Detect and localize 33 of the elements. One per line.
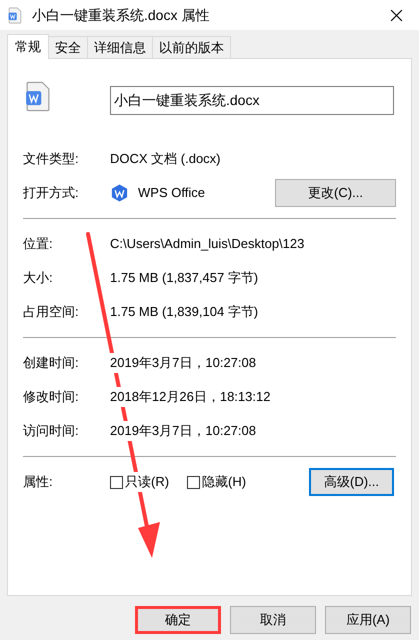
field-value: 1.75 MB (1,839,104 字节) — [110, 302, 258, 322]
tab[interactable]: 以前的版本 — [152, 36, 231, 58]
checkbox[interactable] — [187, 476, 200, 488]
field-value: 2019年3月7日，10:27:08 — [110, 353, 256, 373]
field-value: 1.75 MB (1,837,457 字节) — [110, 268, 258, 288]
field-label: 访问时间: — [23, 422, 80, 440]
field-label: 修改时间: — [23, 388, 80, 406]
field-label: 属性: — [23, 473, 54, 492]
field-label: 占用空间: — [23, 303, 80, 322]
close-icon[interactable] — [390, 8, 403, 22]
file-name-field[interactable]: 小白一键重装系统.docx — [110, 86, 394, 114]
field-label: 文件类型: — [23, 150, 80, 168]
field-label: 位置: — [23, 235, 54, 254]
checkbox[interactable] — [110, 476, 123, 488]
dialog-button[interactable]: 确定 — [135, 606, 221, 634]
checkbox-label[interactable]: 隐藏(H) — [202, 472, 246, 492]
dialog-button[interactable]: 应用(A) — [325, 606, 411, 634]
change-button[interactable]: 更改(C)... — [275, 179, 396, 207]
field-label: 创建时间: — [23, 354, 80, 372]
field-label: 大小: — [23, 269, 54, 288]
field-label: 打开方式: — [23, 184, 80, 202]
advanced-button[interactable]: 高级(D)... — [309, 468, 394, 496]
tab[interactable]: 常规 — [7, 34, 49, 59]
field-value: DOCX 文档 (.docx) — [110, 149, 221, 169]
field-value: 2019年3月7日，10:27:08 — [110, 421, 256, 441]
window-title: 小白一键重装系统.docx 属性 — [32, 6, 210, 24]
field-value: 2018年12月26日，18:13:12 — [110, 387, 270, 407]
document-icon — [8, 6, 22, 24]
app-icon — [110, 183, 129, 203]
dialog-button[interactable]: 取消 — [230, 606, 316, 634]
field-value: WPS Office — [138, 184, 205, 202]
document-icon — [25, 80, 51, 112]
checkbox-label[interactable]: 只读(R) — [125, 472, 170, 492]
